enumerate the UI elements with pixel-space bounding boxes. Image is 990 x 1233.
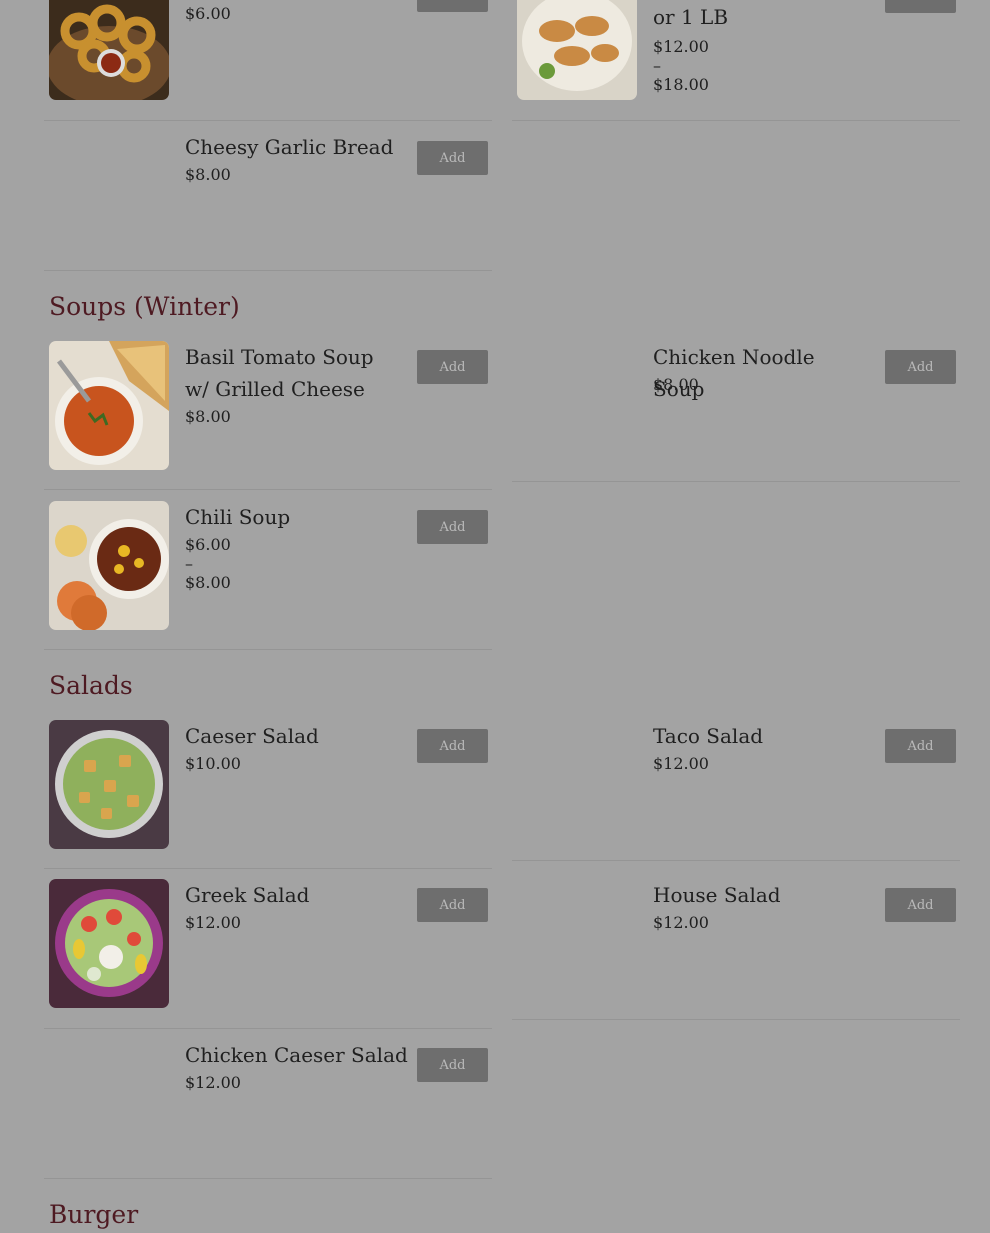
item-price: $6.00	[185, 4, 231, 23]
divider	[44, 1178, 492, 1179]
item-price: $12.00 – $18.00	[653, 37, 709, 94]
divider	[44, 270, 492, 271]
divider	[512, 1019, 960, 1020]
item-name: Chili Soup	[185, 505, 291, 529]
item-name: Chicken Caeser Salad	[185, 1043, 408, 1067]
onion-rings-image	[49, 0, 169, 100]
item-price: $10.00	[185, 754, 241, 773]
item-name: Basil Tomato Soup w/ Grilled Cheese	[185, 345, 374, 401]
item-name: or 1 LB	[653, 5, 729, 29]
basil-tomato-soup-image	[49, 341, 169, 470]
add-button[interactable]: Add	[417, 350, 488, 384]
item-name: House Salad	[653, 883, 781, 907]
item-price: $8.00	[185, 165, 231, 184]
item-name: Taco Salad	[653, 724, 764, 748]
add-button[interactable]: Add	[417, 1048, 488, 1082]
item-price: $12.00	[653, 754, 709, 773]
add-button[interactable]: Add	[885, 0, 956, 13]
category-title-soups: Soups (Winter)	[49, 292, 240, 321]
item-price: $12.00	[185, 913, 241, 932]
divider	[44, 1028, 492, 1029]
divider	[512, 481, 960, 482]
item-price: $6.00 – $8.00	[185, 535, 231, 592]
divider	[44, 868, 492, 869]
add-button[interactable]: Add	[417, 510, 488, 544]
divider	[44, 649, 492, 650]
add-button[interactable]: Add	[885, 888, 956, 922]
item-name: Chicken Noodle Soup	[653, 345, 815, 401]
category-title-salads: Salads	[49, 671, 133, 700]
item-name: Greek Salad	[185, 883, 310, 907]
greek-salad-image	[49, 879, 169, 1008]
divider	[44, 120, 492, 121]
add-button[interactable]: Add	[885, 729, 956, 763]
divider	[44, 489, 492, 490]
wings-image	[517, 0, 637, 100]
item-name: Cheesy Garlic Bread	[185, 135, 394, 159]
category-title-burger: Burger	[49, 1200, 139, 1229]
item-name: Caeser Salad	[185, 724, 319, 748]
add-button[interactable]: Add	[417, 888, 488, 922]
add-button[interactable]: Add	[417, 0, 488, 12]
caeser-salad-image	[49, 720, 169, 849]
add-button[interactable]: Add	[417, 141, 488, 175]
item-price: $12.00	[185, 1073, 241, 1092]
divider	[512, 860, 960, 861]
add-button[interactable]: Add	[885, 350, 956, 384]
add-button[interactable]: Add	[417, 729, 488, 763]
item-price: $8.00	[185, 407, 231, 426]
divider	[512, 120, 960, 121]
item-price: $8.00	[653, 375, 699, 394]
chili-soup-image	[49, 501, 169, 630]
item-price: $12.00	[653, 913, 709, 932]
